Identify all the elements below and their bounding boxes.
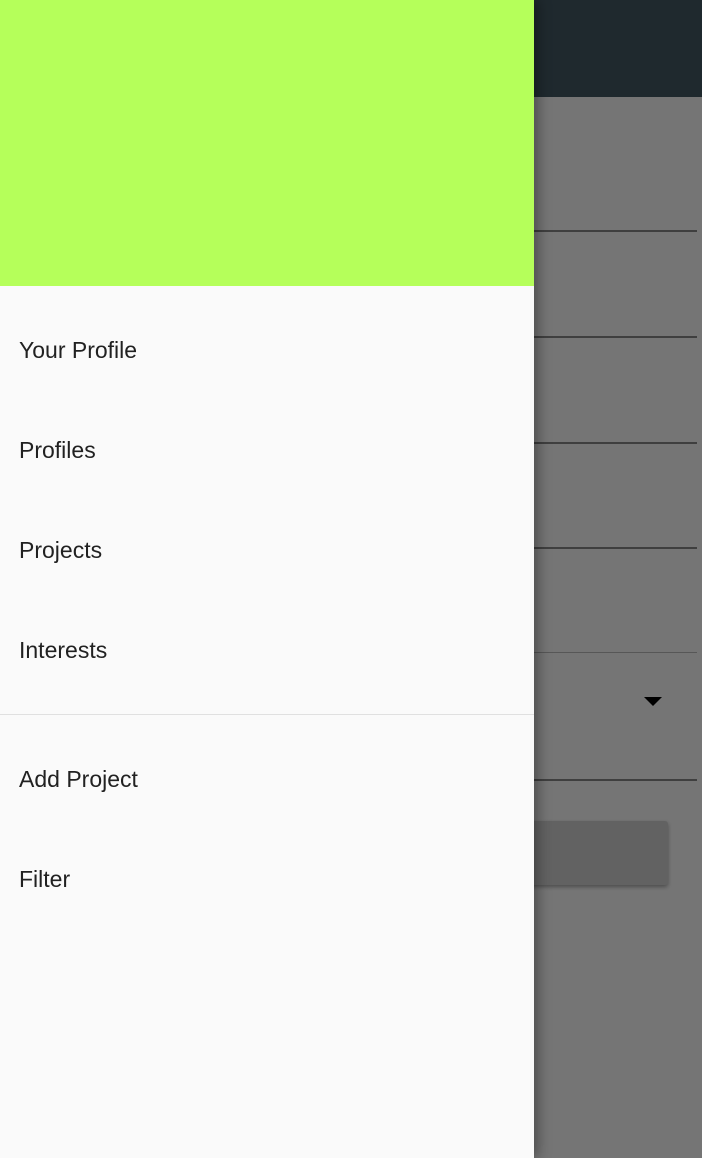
drawer-item-label: Your Profile [19, 336, 138, 363]
navigation-drawer: Your Profile Profiles Projects Interests… [0, 0, 534, 1158]
drawer-secondary-list: Add Project Filter [0, 715, 534, 929]
drawer-item-interests[interactable]: Interests [0, 600, 534, 700]
drawer-item-label: Interests [19, 636, 108, 663]
drawer-item-filter[interactable]: Filter [0, 829, 534, 929]
drawer-item-label: Add Project [19, 765, 138, 792]
drawer-item-your-profile[interactable]: Your Profile [0, 300, 534, 400]
drawer-item-label: Filter [19, 865, 71, 892]
drawer-item-projects[interactable]: Projects [0, 500, 534, 600]
drawer-primary-list: Your Profile Profiles Projects Interests [0, 286, 534, 700]
drawer-header [0, 0, 534, 286]
drawer-item-add-project[interactable]: Add Project [0, 729, 534, 829]
drawer-item-label: Projects [19, 536, 103, 563]
screen: Your Profile Profiles Projects Interests… [0, 0, 702, 1158]
drawer-item-label: Profiles [19, 436, 96, 463]
drawer-item-profiles[interactable]: Profiles [0, 400, 534, 500]
